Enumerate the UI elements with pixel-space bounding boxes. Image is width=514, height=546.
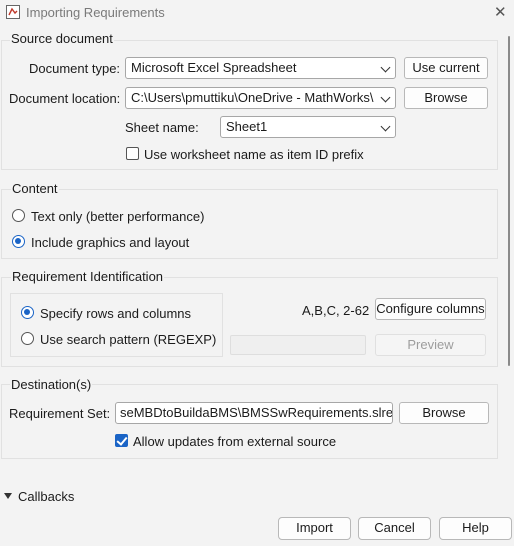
use-current-button[interactable]: Use current (404, 57, 488, 79)
allow-updates-label: Allow updates from external source (133, 434, 337, 449)
allow-updates-checkbox[interactable] (115, 434, 128, 447)
text-only-label: Text only (better performance) (31, 209, 205, 224)
browse-document-button[interactable]: Browse (404, 87, 488, 109)
specify-rows-columns-radio[interactable] (21, 306, 34, 319)
search-pattern-radio[interactable] (21, 332, 34, 345)
requirement-set-label: Requirement Set: (9, 406, 111, 421)
triangle-down-icon[interactable] (4, 493, 12, 499)
close-icon[interactable]: ✕ (494, 3, 507, 21)
document-location-value: C:\Users\pmuttiku\OneDrive - MathWorks\ (131, 90, 374, 105)
include-graphics-label: Include graphics and layout (31, 235, 190, 250)
window-title: Importing Requirements (26, 5, 165, 20)
source-document-legend: Source document (10, 31, 114, 46)
identification-method-group (10, 293, 223, 357)
sheet-name-label: Sheet name: (125, 120, 199, 135)
import-button[interactable]: Import (278, 517, 351, 540)
requirement-set-input[interactable]: seMBDtoBuildaBMS\BMSSwRequirements.slreq… (115, 402, 393, 424)
chevron-down-icon (380, 121, 391, 132)
requirement-set-value: seMBDtoBuildaBMS\BMSSwRequirements.slreq… (120, 405, 393, 420)
chevron-down-icon (380, 92, 391, 103)
callbacks-toggle[interactable]: Callbacks (18, 489, 74, 504)
browse-requirement-set-button[interactable]: Browse (399, 402, 489, 424)
include-graphics-radio[interactable] (12, 235, 25, 248)
document-type-label: Document type: (29, 61, 121, 76)
columns-value: A,B,C, 2-62 (302, 303, 370, 318)
text-only-radio[interactable] (12, 209, 25, 222)
content-legend: Content (11, 181, 59, 196)
cancel-button[interactable]: Cancel (358, 517, 431, 540)
regexp-input[interactable] (230, 335, 366, 355)
help-button[interactable]: Help (439, 517, 512, 540)
document-location-dropdown[interactable]: C:\Users\pmuttiku\OneDrive - MathWorks\ (125, 87, 396, 109)
requirement-identification-legend: Requirement Identification (11, 269, 165, 284)
preview-button[interactable]: Preview (375, 334, 486, 356)
configure-columns-button[interactable]: Configure columns (375, 298, 486, 320)
specify-rows-columns-label: Specify rows and columns (40, 306, 192, 321)
prefix-checkbox-label: Use worksheet name as item ID prefix (144, 147, 364, 162)
vertical-scrollbar[interactable] (507, 26, 512, 546)
destination-legend: Destination(s) (10, 377, 93, 392)
sheet-name-dropdown[interactable]: Sheet1 (220, 116, 396, 138)
document-location-label: Document location: (9, 91, 121, 106)
chevron-down-icon (380, 62, 391, 73)
document-type-dropdown[interactable]: Microsoft Excel Spreadsheet (125, 57, 396, 79)
document-type-value: Microsoft Excel Spreadsheet (131, 60, 297, 75)
prefix-checkbox[interactable] (126, 147, 139, 160)
sheet-name-value: Sheet1 (226, 119, 268, 134)
app-icon (6, 5, 20, 19)
search-pattern-label: Use search pattern (REGEXP) (40, 332, 217, 347)
